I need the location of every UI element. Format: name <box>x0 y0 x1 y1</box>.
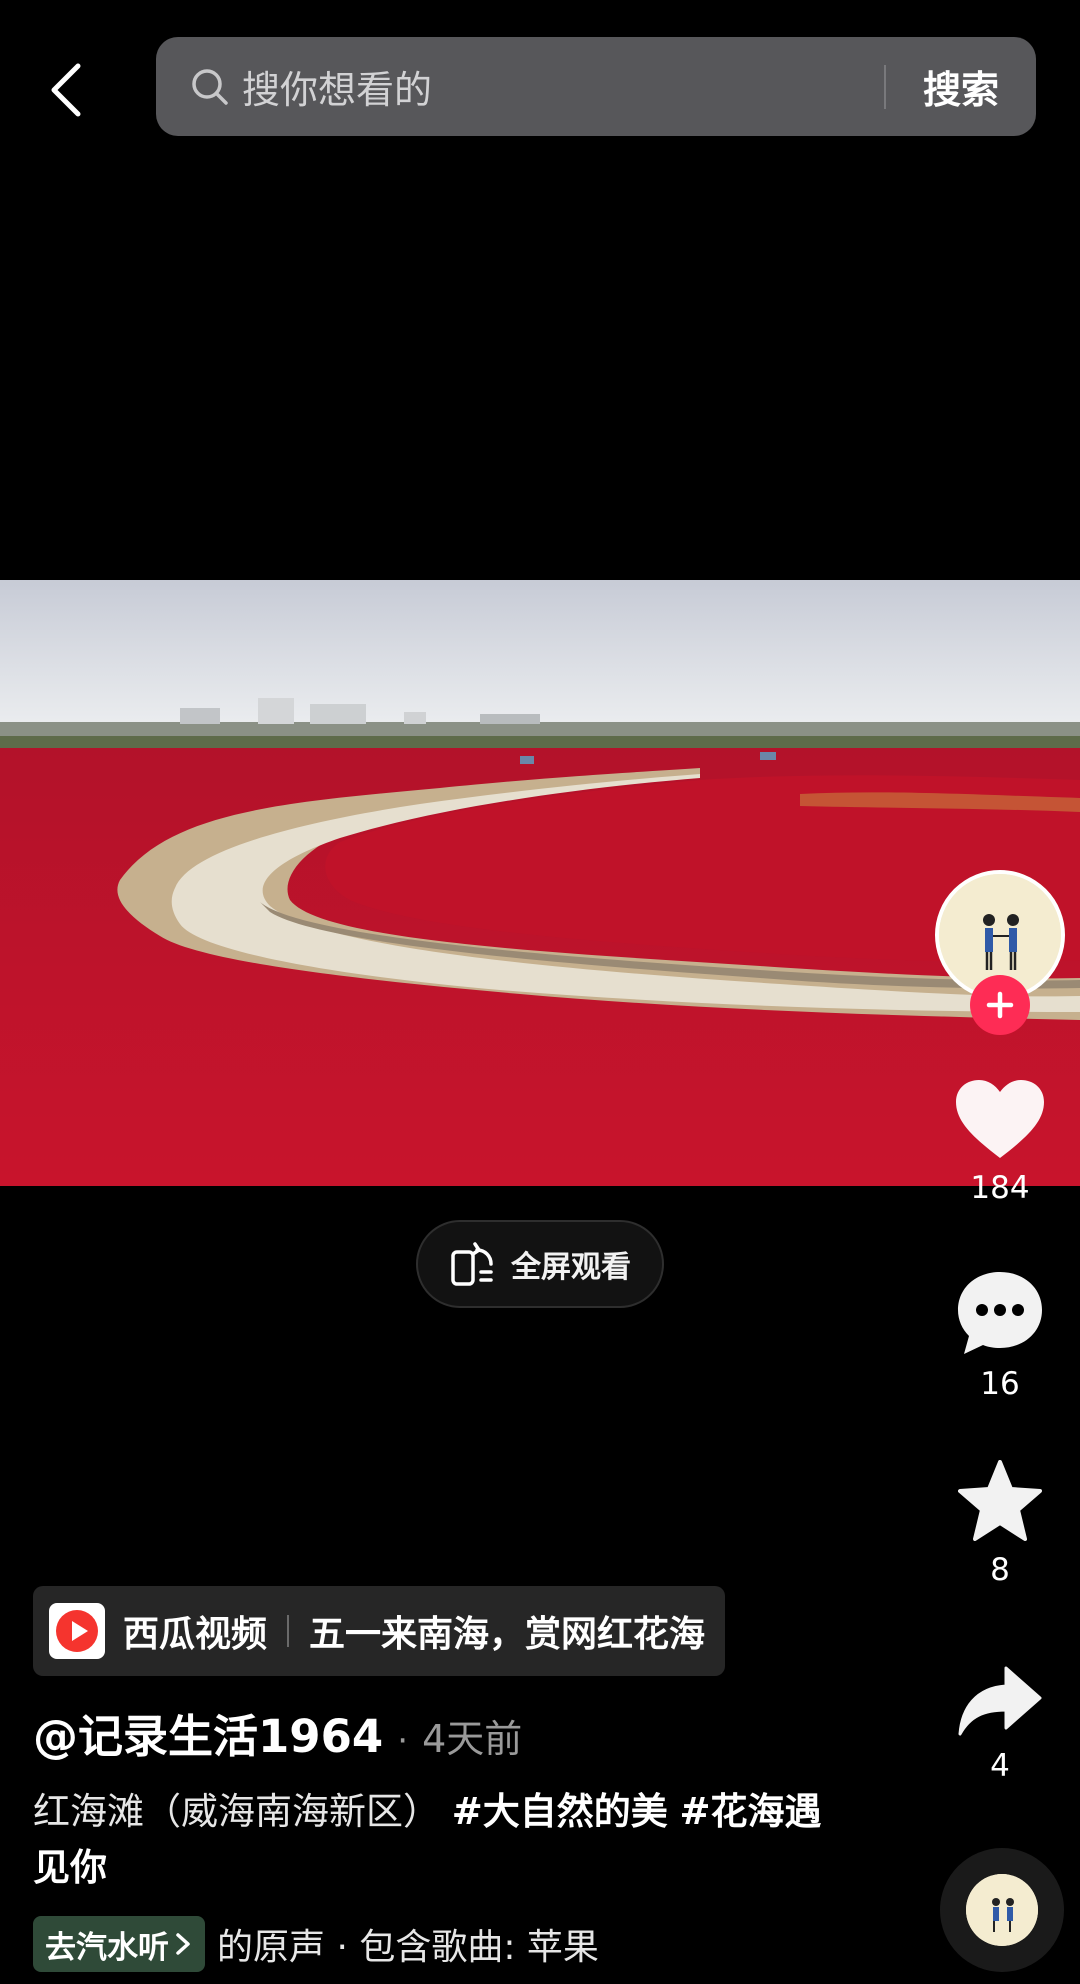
author-line: @记录生活1964 · 4天前 <box>33 1700 522 1765</box>
listen-in-qishui-button[interactable]: 去汽水听 <box>33 1916 205 1972</box>
separator-dot: · <box>397 1721 409 1761</box>
plus-icon <box>986 991 1014 1019</box>
source-app-name: 西瓜视频 <box>123 1614 268 1655</box>
comment-count: 16 <box>980 1366 1020 1402</box>
chevron-right-icon <box>176 1933 190 1955</box>
search-submit-button[interactable]: 搜索 <box>886 59 1036 114</box>
favorite-count: 8 <box>990 1552 1010 1588</box>
share-icon <box>958 1666 1042 1736</box>
post-description: 红海滩（威海南海新区） #大自然的美 #花海遇见你 <box>33 1784 833 1896</box>
like-action[interactable]: 184 <box>935 1078 1065 1206</box>
follow-button[interactable] <box>970 975 1030 1035</box>
video-player[interactable] <box>0 580 1080 1186</box>
favorite-action[interactable]: 8 <box>935 1458 1065 1588</box>
source-tag[interactable]: 西瓜视频 五一来南海，赏网红花海 <box>33 1586 726 1676</box>
heart-icon <box>956 1080 1044 1158</box>
fullscreen-label: 全屏观看 <box>511 1250 631 1285</box>
like-count: 184 <box>970 1170 1030 1206</box>
video-frame-image <box>0 580 1080 1186</box>
search-bar[interactable]: 搜你想看的 搜索 <box>156 37 1036 136</box>
music-row: 去汽水听 的原声 · 包含歌曲: 苹果 <box>33 1916 667 1972</box>
music-info[interactable]: 的原声 · 包含歌曲: 苹果 <box>217 1918 667 1970</box>
comment-icon <box>958 1272 1042 1354</box>
comment-action[interactable]: 16 <box>935 1268 1065 1402</box>
fullscreen-button[interactable]: 全屏观看 <box>416 1220 664 1308</box>
description-text: 红海滩（威海南海新区） <box>33 1790 440 1833</box>
author-name[interactable]: @记录生活1964 <box>33 1700 383 1765</box>
rotate-fullscreen-icon <box>451 1242 493 1286</box>
music-disc[interactable] <box>940 1848 1064 1972</box>
xigua-logo-icon <box>49 1603 105 1659</box>
search-input[interactable]: 搜你想看的 <box>242 59 884 114</box>
back-button[interactable] <box>40 58 92 122</box>
post-time: 4天前 <box>422 1717 523 1761</box>
listen-button-label: 去汽水听 <box>45 1929 169 1966</box>
source-title: 五一来南海，赏网红花海 <box>309 1614 706 1655</box>
source-divider <box>287 1615 290 1647</box>
share-count: 4 <box>990 1748 1010 1784</box>
music-cover <box>966 1874 1038 1946</box>
hashtag-link[interactable]: #大自然的美 <box>452 1790 668 1833</box>
search-icon <box>192 68 228 105</box>
share-action[interactable]: 4 <box>935 1664 1065 1784</box>
star-icon <box>958 1460 1042 1541</box>
back-arrow-icon <box>51 63 81 117</box>
